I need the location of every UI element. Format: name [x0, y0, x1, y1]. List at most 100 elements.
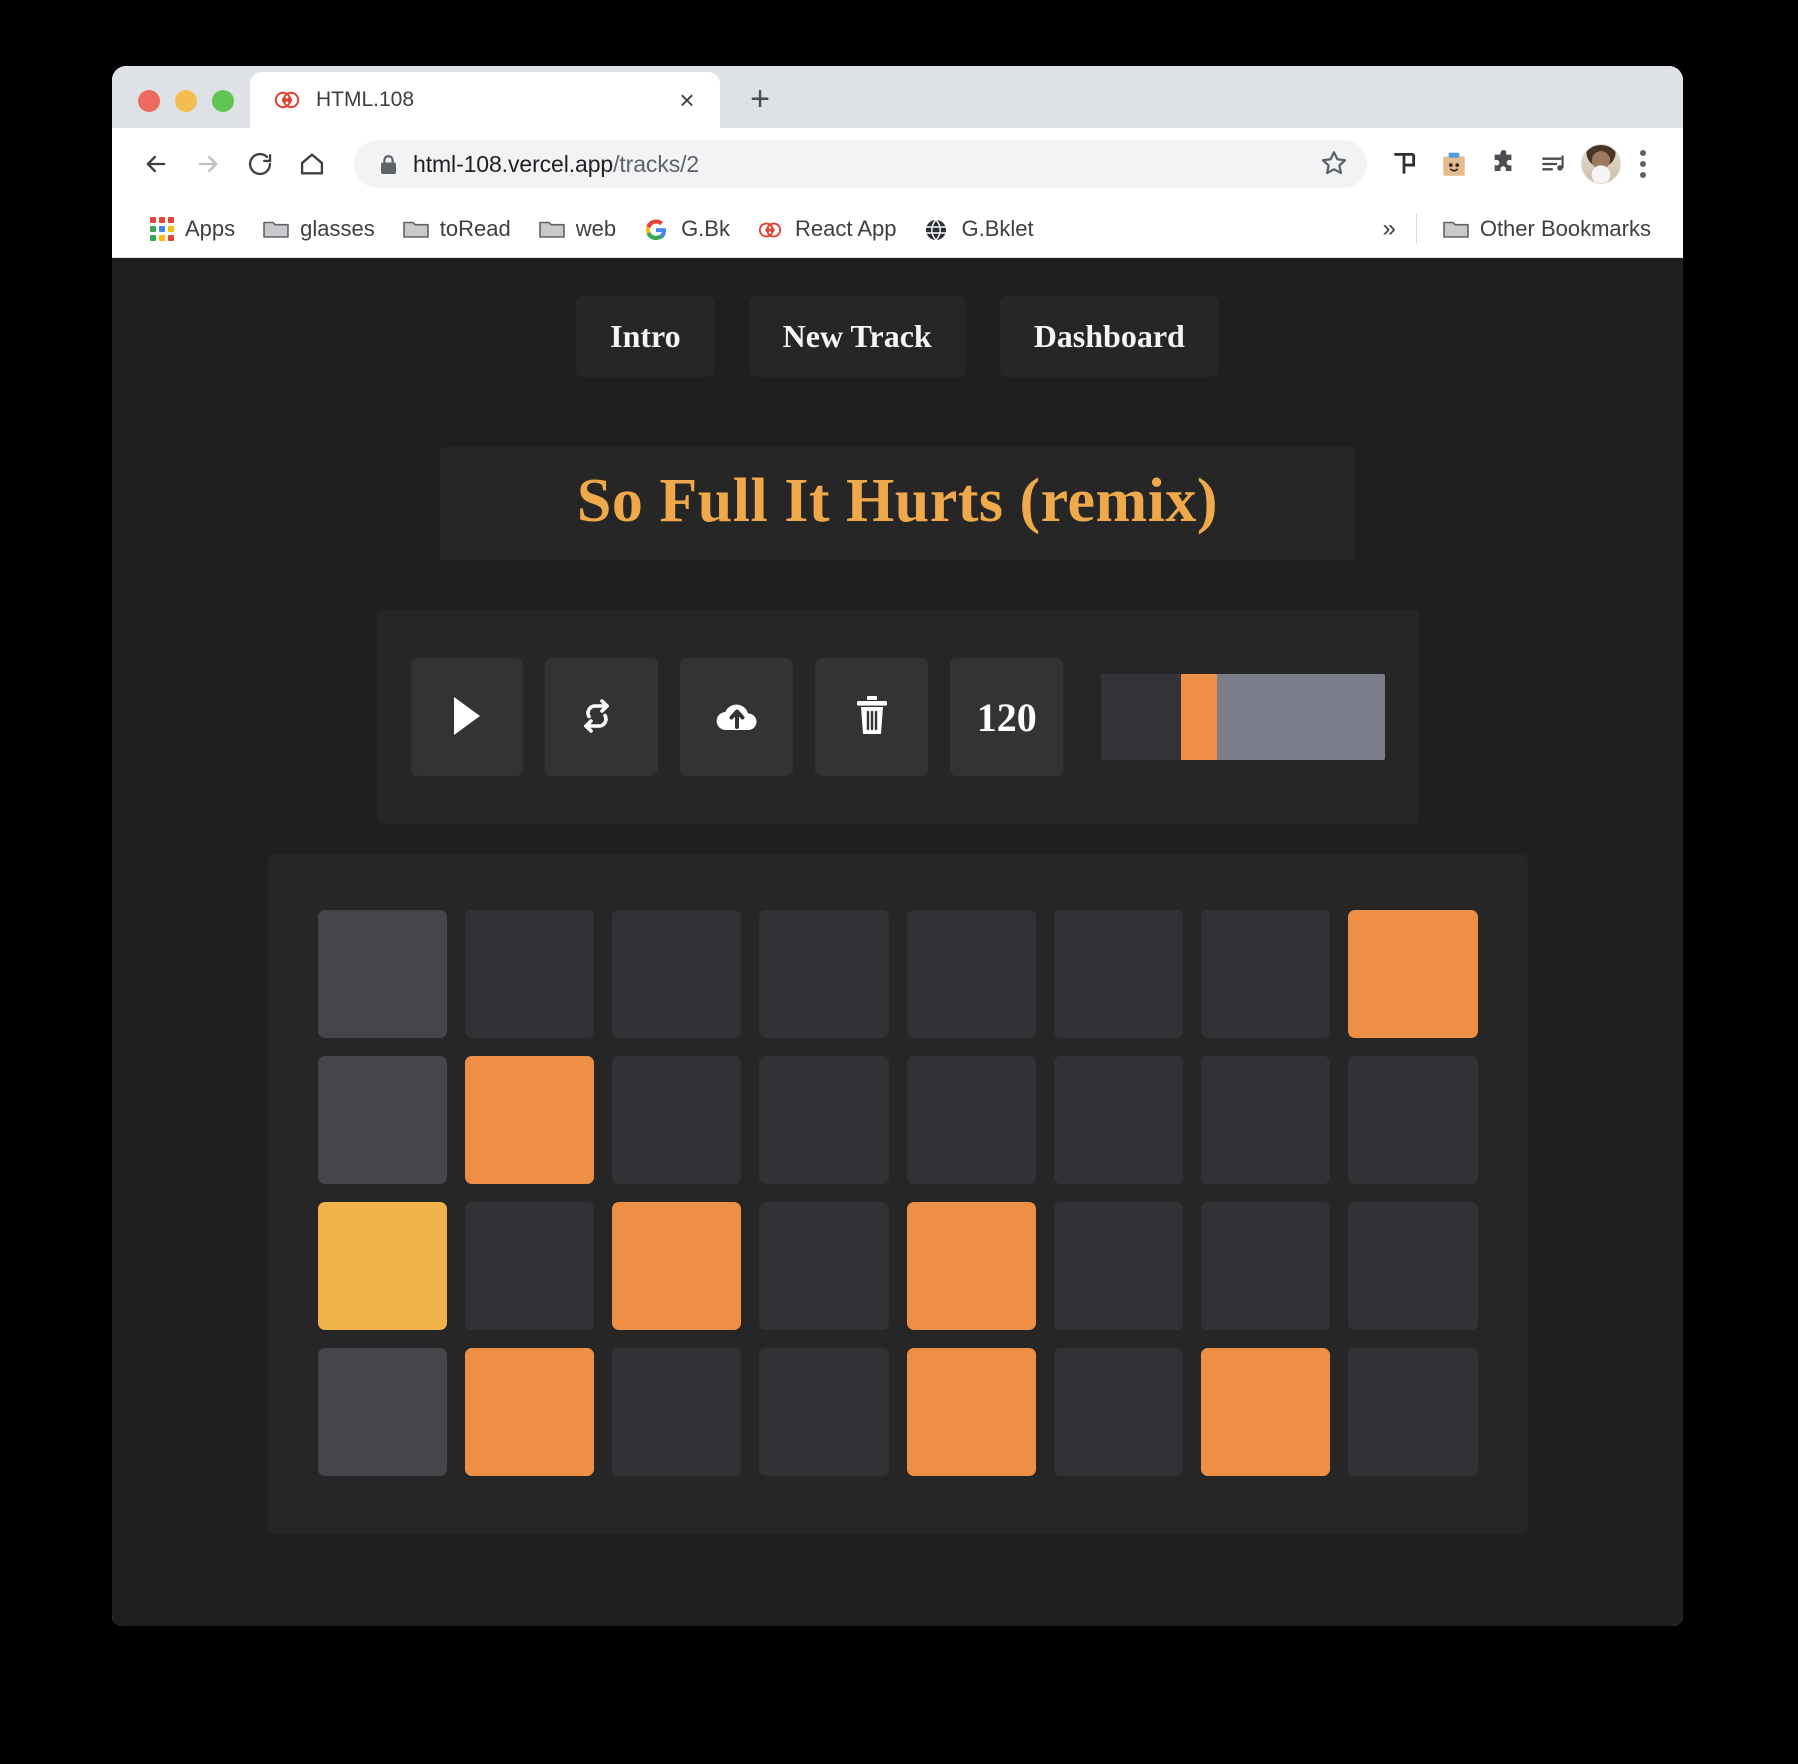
nav-intro-button[interactable]: Intro [576, 296, 715, 377]
globe-icon [924, 218, 950, 241]
bookmark-glasses[interactable]: glasses [251, 210, 387, 248]
forward-arrow-icon[interactable] [184, 140, 232, 188]
url-path: /tracks/2 [613, 150, 700, 177]
folder-icon [402, 218, 429, 239]
tab-title: HTML.108 [316, 88, 415, 111]
sequencer-cell-r4-c5[interactable] [906, 1348, 1036, 1477]
sequencer-cell-r1-c8[interactable] [1348, 910, 1478, 1039]
sequencer-cell-r3-c4[interactable] [759, 1202, 889, 1331]
sequencer-cell-r3-c8[interactable] [1348, 1202, 1478, 1331]
react-app-icon [274, 87, 300, 113]
bookmark-label: web [575, 215, 617, 241]
sequencer-cell-r1-c1[interactable] [317, 910, 447, 1039]
sequencer-cell-r3-c1[interactable] [317, 1202, 447, 1331]
volume-slider[interactable] [1101, 674, 1385, 761]
sequencer-cell-r2-c7[interactable] [1201, 1056, 1331, 1185]
sequencer-cell-r1-c5[interactable] [906, 910, 1036, 1039]
slider-thumb[interactable] [1180, 674, 1218, 761]
bookmarks-bar: Apps glasses toRead web G.Bk React App G… [112, 200, 1683, 258]
tabs-outliner-icon[interactable] [1381, 141, 1427, 187]
sequencer-cell-r2-c3[interactable] [612, 1056, 742, 1185]
minimize-window-button[interactable] [175, 90, 197, 112]
avatar[interactable] [1581, 144, 1621, 184]
sequencer-cell-r4-c4[interactable] [759, 1348, 889, 1477]
bookmark-label: glasses [300, 215, 375, 241]
bookmark-react-app[interactable]: React App [746, 210, 909, 248]
sequencer-cell-r4-c8[interactable] [1348, 1348, 1478, 1477]
sequencer-grid [317, 910, 1478, 1477]
clipboard-box-icon[interactable] [1431, 141, 1477, 187]
sequencer-cell-r3-c7[interactable] [1201, 1202, 1331, 1331]
nav-dashboard-button[interactable]: Dashboard [999, 296, 1219, 377]
maximize-window-button[interactable] [212, 90, 234, 112]
sequencer-cell-r3-c2[interactable] [464, 1202, 594, 1331]
home-icon[interactable] [288, 140, 336, 188]
sequencer-cell-r3-c6[interactable] [1053, 1202, 1183, 1331]
browser-window: HTML.108 × + html-108.vercel.app/tracks/… [112, 66, 1683, 1626]
sequencer-cell-r2-c5[interactable] [906, 1056, 1036, 1185]
browser-toolbar: html-108.vercel.app/tracks/2 [112, 128, 1683, 200]
loop-button[interactable] [545, 658, 659, 777]
sequencer-cell-r2-c6[interactable] [1053, 1056, 1183, 1185]
bookmark-other-bookmarks[interactable]: Other Bookmarks [1431, 210, 1663, 248]
back-arrow-icon[interactable] [132, 140, 180, 188]
bookmark-apps[interactable]: Apps [138, 210, 247, 248]
folder-icon [1443, 218, 1469, 239]
bookmark-gbklet[interactable]: G.Bklet [912, 210, 1045, 248]
bookmark-label: G.Bklet [961, 215, 1034, 241]
close-icon[interactable]: × [672, 85, 702, 115]
play-button[interactable] [410, 658, 524, 777]
bookmarks-divider [1415, 213, 1417, 244]
slider-track-left [1101, 674, 1181, 761]
three-dot-menu-icon[interactable] [1625, 150, 1661, 178]
new-tab-button[interactable]: + [734, 73, 786, 125]
url-host: html-108.vercel.app [413, 150, 614, 177]
lock-icon [380, 154, 397, 175]
sequencer-cell-r2-c1[interactable] [317, 1056, 447, 1185]
cloud-upload-icon [713, 696, 761, 739]
window-traffic-lights [112, 90, 250, 128]
sequencer-cell-r4-c1[interactable] [317, 1348, 447, 1477]
sequencer-cell-r2-c8[interactable] [1348, 1056, 1478, 1185]
sequencer-cell-r3-c3[interactable] [612, 1202, 742, 1331]
apps-grid-icon [150, 216, 174, 241]
close-window-button[interactable] [138, 90, 160, 112]
sequencer-cell-r1-c3[interactable] [612, 910, 742, 1039]
bpm-value[interactable]: 120 [950, 658, 1064, 777]
trash-icon [852, 693, 892, 742]
sequencer-cell-r3-c5[interactable] [906, 1202, 1036, 1331]
recycle-loop-icon [580, 694, 624, 741]
music-playlist-icon[interactable] [1531, 141, 1577, 187]
address-bar-url: html-108.vercel.app/tracks/2 [413, 151, 699, 178]
address-bar[interactable]: html-108.vercel.app/tracks/2 [354, 140, 1367, 188]
slider-track-right [1217, 674, 1385, 761]
sequencer-cell-r2-c2[interactable] [464, 1056, 594, 1185]
delete-button[interactable] [815, 658, 929, 777]
screenshot-root: HTML.108 × + html-108.vercel.app/tracks/… [0, 0, 1798, 1764]
sequencer-panel [267, 854, 1528, 1535]
upload-button[interactable] [680, 658, 794, 777]
reload-icon[interactable] [236, 140, 284, 188]
bookmark-star-icon[interactable] [1319, 148, 1351, 180]
sequencer-cell-r1-c4[interactable] [759, 910, 889, 1039]
bookmark-gbk[interactable]: G.Bk [632, 210, 742, 248]
sequencer-cell-r4-c3[interactable] [612, 1348, 742, 1477]
browser-tab[interactable]: HTML.108 × [250, 72, 720, 128]
nav-new-track-button[interactable]: New Track [748, 296, 966, 377]
sequencer-cell-r1-c7[interactable] [1201, 910, 1331, 1039]
bookmarks-overflow-button[interactable]: » [1368, 215, 1409, 243]
sequencer-cell-r2-c4[interactable] [759, 1056, 889, 1185]
sequencer-cell-r1-c6[interactable] [1053, 910, 1183, 1039]
page-title: So Full It Hurts (remix) [576, 467, 1219, 535]
sequencer-cell-r4-c6[interactable] [1053, 1348, 1183, 1477]
sequencer-cell-r1-c2[interactable] [464, 910, 594, 1039]
sequencer-cell-r4-c7[interactable] [1201, 1348, 1331, 1477]
bookmark-label: toRead [439, 215, 511, 241]
bookmark-web[interactable]: web [527, 210, 628, 248]
play-icon [447, 694, 487, 741]
react-app-icon [758, 218, 784, 239]
puzzle-extensions-icon[interactable] [1481, 141, 1527, 187]
track-title-container: So Full It Hurts (remix) [440, 447, 1355, 561]
sequencer-cell-r4-c2[interactable] [464, 1348, 594, 1477]
bookmark-toread[interactable]: toRead [391, 210, 523, 248]
